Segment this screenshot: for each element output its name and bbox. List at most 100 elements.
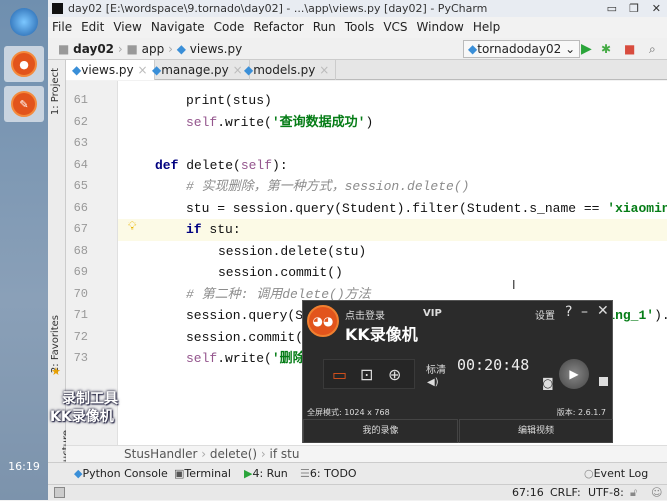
line-number: 73 [73, 351, 88, 365]
folder-icon: ■ [58, 42, 70, 56]
code-line[interactable]: # 实现删除，第一种方式，session.delete() [118, 176, 667, 198]
minimize-button[interactable]: – [581, 304, 588, 320]
stop-record-button[interactable] [599, 377, 608, 386]
volume-icon[interactable]: ◀) [427, 377, 439, 388]
code-line[interactable]: stu = session.query(Student).filter(Stud… [118, 198, 667, 220]
game-mode-icon[interactable]: ⊕ [388, 365, 401, 384]
my-videos-button[interactable]: 我的录像 [303, 419, 458, 443]
menu-file[interactable]: File [52, 20, 72, 34]
stop-icon[interactable]: ■ [624, 38, 635, 60]
inspector-icon[interactable]: ☺ [651, 485, 662, 501]
code-line[interactable]: if stu: [118, 219, 667, 241]
lock-icon[interactable]: 🔓︎ [630, 485, 637, 501]
tab-manage[interactable]: ◆manage.py × [146, 60, 250, 80]
menu-window[interactable]: Window [417, 20, 464, 34]
code-token: def [155, 157, 179, 173]
python-file-icon: ◆ [176, 42, 186, 56]
settings-link[interactable]: 设置 [535, 307, 555, 322]
menu-run[interactable]: Run [313, 20, 336, 34]
app-icon: ✎ [11, 91, 37, 117]
code-token: session.commit() [218, 265, 343, 280]
terminal-button[interactable]: ▣Terminal [174, 463, 231, 485]
line-number: 70 [73, 286, 88, 301]
start-button[interactable] [4, 4, 44, 40]
code-line[interactable]: def delete(self): [118, 155, 667, 177]
region-mode-icon[interactable]: ⊡ [360, 365, 373, 384]
menu-view[interactable]: View [113, 20, 141, 34]
taskbar-kk-app[interactable]: ● [4, 46, 44, 82]
help-button[interactable]: ? [565, 304, 572, 320]
minimize-button[interactable]: ▭ [607, 0, 617, 17]
clock: 16:19 [8, 460, 40, 473]
code-line[interactable]: session.delete(stu) [118, 241, 667, 263]
code-token: self [186, 114, 218, 130]
editor-tabs: ◆views.py × ◆manage.py × ◆models.py × [66, 60, 667, 80]
crumb-block[interactable]: if stu [270, 447, 300, 461]
run-tool-button[interactable]: ▶4: Run [244, 463, 288, 485]
vip-link[interactable]: VIP [423, 308, 442, 319]
edit-video-button[interactable]: 编辑视频 [459, 419, 613, 443]
line-number: 67 [73, 222, 88, 236]
code-token: print(stus) [186, 93, 272, 108]
menu-help[interactable]: Help [473, 20, 500, 34]
menu-tools[interactable]: Tools [345, 20, 375, 34]
crumb-app[interactable]: app [142, 42, 165, 56]
close-button[interactable]: ✕ [652, 0, 661, 17]
code-token: # 实现删除，第一种方式，session.delete() [186, 179, 470, 194]
line-number: 72 [73, 329, 88, 344]
code-line[interactable]: self.write('查询数据成功') [118, 112, 667, 134]
line-number: 63 [73, 136, 88, 150]
line-number: 68 [73, 243, 88, 258]
menu-refactor[interactable]: Refactor [253, 20, 303, 34]
todo-button[interactable]: ☰6: TODO [300, 463, 357, 485]
file-encoding[interactable]: UTF-8: [588, 485, 624, 501]
run-icon[interactable]: ▶ [581, 38, 592, 60]
watermark-line1: 录制工具 [62, 391, 118, 407]
line-separator[interactable]: CRLF: [550, 485, 581, 501]
code-line[interactable]: session.commit() [118, 262, 667, 284]
record-play-button[interactable]: ▶ [559, 359, 589, 389]
code-token: session.delete(stu) [218, 243, 367, 259]
tab-views[interactable]: ◆views.py × [66, 60, 155, 80]
toggle-tool-windows-icon[interactable] [54, 487, 65, 498]
search-icon[interactable]: ⌕ [649, 38, 656, 60]
taskbar-pycharm-app[interactable]: ✎ [4, 86, 44, 122]
event-log-button[interactable]: ○Event Log [584, 463, 648, 485]
code-token: if [186, 222, 202, 237]
code-token: ). [654, 308, 667, 323]
crumb-views[interactable]: views.py [190, 42, 242, 56]
menu-code[interactable]: Code [214, 20, 245, 34]
intention-bulb-icon[interactable]: 💡︎ [128, 219, 136, 234]
crumb-method[interactable]: delete() [210, 447, 257, 461]
run-config-select[interactable]: ◆tornadoday02 ⌄ [463, 40, 581, 58]
fullscreen-mode-icon[interactable]: ▭ [332, 365, 347, 384]
kk-recorder-icon: ● [11, 51, 37, 77]
menu-navigate[interactable]: Navigate [151, 20, 205, 34]
close-button[interactable]: ✕ [597, 303, 609, 319]
login-link[interactable]: 点击登录 [345, 307, 385, 322]
crumb-class[interactable]: StusHandler [124, 447, 197, 461]
python-console-button[interactable]: ◆Python Console [74, 463, 168, 485]
code-token: ) [365, 114, 374, 130]
code-token: stu = session.query(Student).filter(Stud… [186, 200, 608, 216]
code-text: def delete(self): [155, 158, 288, 173]
windows-taskbar: ● ✎ 16:19 [0, 0, 48, 500]
code-text: if stu: [186, 222, 241, 237]
code-line[interactable]: print(stus) [118, 90, 667, 112]
code-token: .write( [217, 351, 272, 366]
title-bar: day02 [E:\wordspace\9.tornado\day02] - .… [48, 0, 667, 17]
tab-models[interactable]: ◆models.py × [238, 60, 337, 80]
menu-edit[interactable]: Edit [81, 20, 104, 34]
quality-select[interactable]: 标清 [426, 361, 446, 376]
line-number: 64 [73, 157, 88, 172]
folder-icon: ■ [126, 42, 138, 56]
caret-position[interactable]: 67:16 [512, 485, 544, 501]
screenshot-icon[interactable]: ◙ [542, 376, 554, 390]
debug-icon[interactable]: ✱ [601, 38, 611, 60]
code-line[interactable] [118, 133, 667, 155]
crumb-day02[interactable]: day02 [73, 42, 114, 56]
project-tool-button[interactable]: 1: Project [50, 68, 61, 115]
line-number: 61 [73, 93, 88, 107]
menu-vcs[interactable]: VCS [383, 20, 407, 34]
maximize-button[interactable]: ❐ [629, 0, 639, 17]
